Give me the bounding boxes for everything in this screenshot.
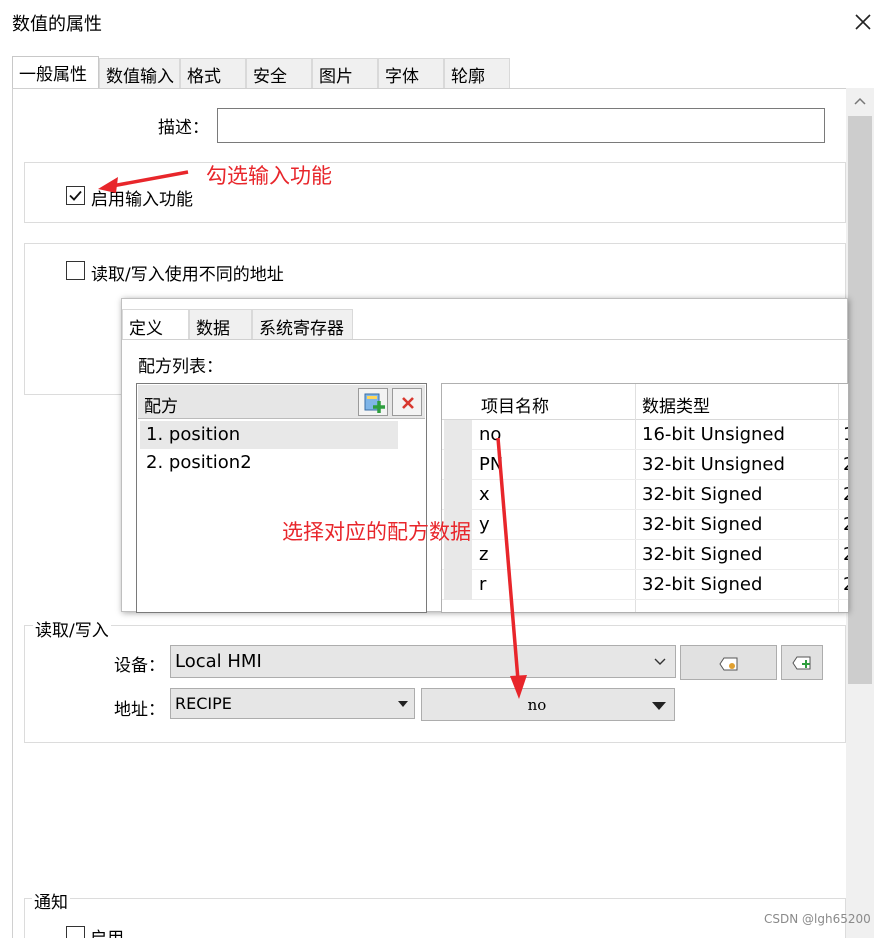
- recipe-popup: 定义 数据 系统寄存器 配方列表： 配方 1. position 2. posi…: [121, 298, 849, 613]
- delete-recipe-button[interactable]: [392, 388, 422, 416]
- grid-header-item-name[interactable]: 项目名称: [481, 392, 549, 417]
- tag-icon: [719, 657, 738, 671]
- table-row[interactable]: x 32-bit Signed 2: [442, 480, 848, 510]
- description-label: 描述：: [158, 118, 209, 138]
- address-select-value: RECIPE: [175, 694, 232, 713]
- select-annotation: 选择对应的配方数据: [282, 520, 471, 544]
- notice-group: [24, 898, 846, 938]
- notice-enable-label: 启用: [90, 924, 124, 938]
- row-header[interactable]: [444, 480, 472, 510]
- recipe-list-label: 配方列表：: [138, 357, 223, 377]
- row-name: y: [479, 514, 490, 535]
- row-type: 16-bit Unsigned: [642, 424, 785, 445]
- watermark: CSDN @lgh65200: [764, 912, 871, 926]
- table-row[interactable]: no 16-bit Unsigned 1: [442, 420, 848, 450]
- table-row[interactable]: r 32-bit Signed 2: [442, 570, 848, 600]
- check-icon: [69, 190, 82, 201]
- device-settings-button[interactable]: [680, 645, 777, 680]
- recipe-header-label: 配方: [144, 397, 178, 417]
- row-type: 32-bit Signed: [642, 544, 763, 565]
- row-name: r: [479, 574, 487, 595]
- row-name: z: [479, 544, 489, 565]
- row-type: 32-bit Signed: [642, 574, 763, 595]
- recipe-data-grid: 项目名称 数据类型 no 16-bit Unsigned 1 PN 32-bit…: [441, 383, 849, 613]
- tab-picture[interactable]: 图片: [312, 58, 378, 88]
- address-select[interactable]: RECIPE: [170, 688, 415, 719]
- row-extra: 1: [843, 424, 848, 445]
- enable-input-checkbox[interactable]: [66, 186, 85, 205]
- recipe-list: 配方 1. position 2. position2: [136, 383, 427, 613]
- row-name: no: [479, 424, 502, 445]
- tab-general[interactable]: 一般属性: [12, 56, 99, 88]
- close-button[interactable]: [849, 8, 877, 36]
- chevron-down-icon: [654, 658, 666, 665]
- scroll-up-button[interactable]: [846, 88, 874, 114]
- popup-tabs: 定义 数据 系统寄存器: [122, 309, 353, 339]
- device-select-value: Local HMI: [175, 651, 262, 672]
- diff-address-checkbox[interactable]: [66, 261, 85, 280]
- check-annotation: 勾选输入功能: [206, 164, 332, 188]
- window-title: 数值的属性: [12, 14, 102, 35]
- address-label: 地址：: [114, 700, 165, 720]
- title-bar: 数值的属性: [0, 0, 889, 46]
- tag-add-icon: [792, 656, 811, 670]
- dropdown-arrow-icon: [398, 701, 408, 707]
- popup-tab-divider: [122, 339, 849, 340]
- main-tabs: 一般属性 数值输入 格式 安全 图片 字体 轮廓: [12, 56, 510, 88]
- tab-font[interactable]: 字体: [378, 58, 444, 88]
- row-extra: 2: [843, 514, 848, 535]
- grid-header-data-type[interactable]: 数据类型: [642, 392, 710, 417]
- device-select[interactable]: Local HMI: [170, 645, 676, 678]
- row-header[interactable]: [444, 570, 472, 600]
- item-select[interactable]: no: [421, 688, 675, 721]
- recipe-list-header: 配方: [138, 385, 425, 419]
- popup-tab-data[interactable]: 数据: [189, 309, 252, 339]
- device-label: 设备：: [114, 656, 165, 676]
- row-header[interactable]: [444, 420, 472, 450]
- tab-security[interactable]: 安全: [246, 58, 312, 88]
- table-row[interactable]: PN 32-bit Unsigned 2: [442, 450, 848, 480]
- readwrite-group-label: 读取/写入: [33, 616, 111, 641]
- row-extra: 2: [843, 454, 848, 475]
- tab-outline[interactable]: 轮廓: [444, 58, 510, 88]
- row-name: PN: [479, 454, 504, 475]
- add-recipe-icon: [364, 393, 385, 413]
- table-row[interactable]: z 32-bit Signed 2: [442, 540, 848, 570]
- row-extra: 2: [843, 574, 848, 595]
- tab-numeric-input[interactable]: 数值输入: [99, 58, 180, 88]
- recipe-item-position[interactable]: 1. position: [140, 421, 398, 449]
- table-row[interactable]: y 32-bit Signed 2: [442, 510, 848, 540]
- row-type: 32-bit Signed: [642, 484, 763, 505]
- notice-enable-checkbox[interactable]: [66, 926, 85, 938]
- popup-tab-definition[interactable]: 定义: [122, 309, 189, 339]
- recipe-item-position2[interactable]: 2. position2: [140, 449, 398, 477]
- dropdown-arrow-icon: [652, 702, 666, 710]
- add-recipe-button[interactable]: [358, 388, 388, 416]
- tab-format[interactable]: 格式: [180, 58, 246, 88]
- item-select-value: no: [527, 696, 547, 714]
- diff-address-label: 读取/写入使用不同的地址: [91, 265, 284, 285]
- chevron-up-icon[interactable]: [846, 88, 874, 114]
- vertical-scrollbar[interactable]: [846, 88, 874, 938]
- row-header[interactable]: [444, 450, 472, 480]
- close-icon[interactable]: [849, 8, 877, 36]
- grid-header: 项目名称 数据类型: [442, 384, 848, 420]
- device-add-button[interactable]: [781, 645, 823, 680]
- row-type: 32-bit Signed: [642, 514, 763, 535]
- scroll-thumb[interactable]: [848, 116, 872, 684]
- row-extra: 2: [843, 544, 848, 565]
- delete-icon: [402, 397, 414, 409]
- notice-group-label: 通知: [32, 888, 70, 913]
- row-name: x: [479, 484, 490, 505]
- row-type: 32-bit Unsigned: [642, 454, 785, 475]
- readwrite-group: [24, 625, 846, 743]
- popup-tab-system-register[interactable]: 系统寄存器: [252, 309, 353, 339]
- enable-input-label: 启用输入功能: [91, 190, 193, 210]
- description-input[interactable]: [217, 108, 825, 143]
- row-extra: 2: [843, 484, 848, 505]
